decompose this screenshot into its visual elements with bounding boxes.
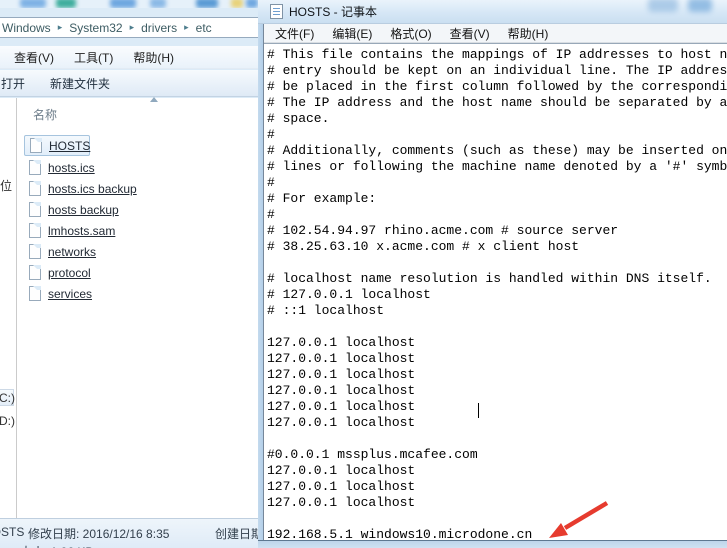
file-row[interactable]: services bbox=[24, 283, 254, 304]
blurred-toolbar-icon bbox=[246, 0, 258, 8]
file-name: services bbox=[48, 287, 92, 301]
menu-tools[interactable]: 工具(T) bbox=[64, 49, 123, 66]
file-row[interactable]: hosts backup bbox=[24, 199, 254, 220]
details-created-label: 创建日期: bbox=[215, 525, 262, 542]
file-row[interactable]: lmhosts.sam bbox=[24, 220, 254, 241]
breadcrumb[interactable]: Windows ▸ System32 ▸ drivers ▸ etc bbox=[0, 17, 260, 38]
file-row[interactable]: networks bbox=[24, 241, 254, 262]
pane-separator bbox=[16, 98, 17, 518]
file-name: hosts backup bbox=[48, 203, 119, 217]
details-file-name: HOSTS bbox=[0, 525, 24, 539]
blurred-toolbar-icon bbox=[231, 0, 243, 8]
explorer-toolbar-blurred bbox=[0, 0, 262, 8]
file-name: hosts.ics bbox=[48, 161, 95, 175]
nav-item-drive-c[interactable]: C:) bbox=[0, 391, 15, 405]
file-icon bbox=[29, 160, 41, 175]
open-button[interactable]: 打开 bbox=[0, 75, 27, 92]
menu-help[interactable]: 帮助(H) bbox=[499, 25, 558, 42]
chevron-right-icon: ▸ bbox=[125, 22, 140, 33]
hosts-file-text: # This file contains the mappings of IP … bbox=[264, 44, 727, 540]
blurred-toolbar-icon bbox=[20, 0, 46, 8]
text-caret bbox=[478, 403, 479, 418]
breadcrumb-item-windows[interactable]: Windows bbox=[0, 21, 53, 35]
sort-ascending-icon bbox=[150, 97, 158, 102]
explorer-menubar: 查看(V) 工具(T) 帮助(H) bbox=[0, 46, 262, 69]
window-title: HOSTS - 记事本 bbox=[289, 3, 377, 20]
chevron-right-icon: ▸ bbox=[53, 22, 68, 33]
explorer-window: Windows ▸ System32 ▸ drivers ▸ etc 查看(V)… bbox=[0, 0, 262, 548]
breadcrumb-item-system32[interactable]: System32 bbox=[67, 21, 124, 35]
menu-edit[interactable]: 编辑(E) bbox=[323, 25, 381, 42]
menu-format[interactable]: 格式(O) bbox=[381, 25, 440, 42]
file-row-hosts[interactable]: HOSTS bbox=[24, 135, 90, 156]
file-icon bbox=[29, 244, 41, 259]
menu-file[interactable]: 文件(F) bbox=[266, 25, 323, 42]
notepad-menubar: 文件(F) 编辑(E) 格式(O) 查看(V) 帮助(H) bbox=[264, 24, 727, 43]
file-row[interactable]: hosts.ics bbox=[24, 157, 254, 178]
annotation-arrow bbox=[535, 493, 625, 547]
file-name: hosts.ics backup bbox=[48, 182, 137, 196]
explorer-command-bar: 打开 新建文件夹 bbox=[0, 70, 262, 97]
glass-reflection bbox=[648, 0, 678, 12]
breadcrumb-item-drivers[interactable]: drivers bbox=[139, 21, 179, 35]
file-icon bbox=[29, 265, 41, 280]
nav-item-drive-d[interactable]: D:) bbox=[0, 414, 15, 428]
file-name: HOSTS bbox=[49, 139, 90, 153]
details-pane: HOSTS 修改日期: 2016/12/16 8:35 创建日期: 大小: 1.… bbox=[0, 518, 262, 548]
file-icon bbox=[29, 286, 41, 301]
menu-help[interactable]: 帮助(H) bbox=[123, 49, 184, 66]
details-file-size: 大小: 1.06 KB bbox=[20, 543, 93, 548]
file-name: networks bbox=[48, 245, 96, 259]
file-icon bbox=[29, 181, 41, 196]
column-header-name[interactable]: 名称 bbox=[33, 106, 57, 123]
menu-view[interactable]: 查看(V) bbox=[4, 49, 64, 66]
file-row[interactable]: hosts.ics backup bbox=[24, 178, 254, 199]
breadcrumb-item-etc[interactable]: etc bbox=[194, 21, 214, 35]
notepad-icon[interactable] bbox=[270, 4, 283, 19]
menu-view[interactable]: 查看(V) bbox=[441, 25, 499, 42]
file-name: protocol bbox=[48, 266, 91, 280]
blurred-toolbar-icon bbox=[150, 0, 166, 8]
blurred-toolbar-icon bbox=[110, 0, 136, 8]
file-icon bbox=[29, 202, 41, 217]
window-bottom-border bbox=[258, 540, 727, 548]
nav-pane-fragment[interactable]: 位 bbox=[0, 177, 12, 194]
notepad-window: HOSTS - 记事本 文件(F) 编辑(E) 格式(O) 查看(V) 帮助(H… bbox=[258, 0, 727, 548]
file-row[interactable]: protocol bbox=[24, 262, 254, 283]
blurred-toolbar-icon bbox=[196, 0, 218, 8]
glass-reflection bbox=[688, 0, 712, 12]
notepad-titlebar[interactable]: HOSTS - 记事本 bbox=[258, 0, 727, 24]
screen: Windows ▸ System32 ▸ drivers ▸ etc 查看(V)… bbox=[0, 0, 727, 548]
notepad-text-area[interactable]: # This file contains the mappings of IP … bbox=[264, 43, 727, 540]
new-folder-button[interactable]: 新建文件夹 bbox=[38, 75, 122, 92]
chevron-right-icon: ▸ bbox=[179, 22, 194, 33]
blurred-toolbar-icon bbox=[56, 0, 76, 8]
details-modified-date: 修改日期: 2016/12/16 8:35 bbox=[28, 525, 169, 542]
file-name: lmhosts.sam bbox=[48, 224, 115, 238]
file-icon bbox=[30, 138, 42, 153]
file-icon bbox=[29, 223, 41, 238]
